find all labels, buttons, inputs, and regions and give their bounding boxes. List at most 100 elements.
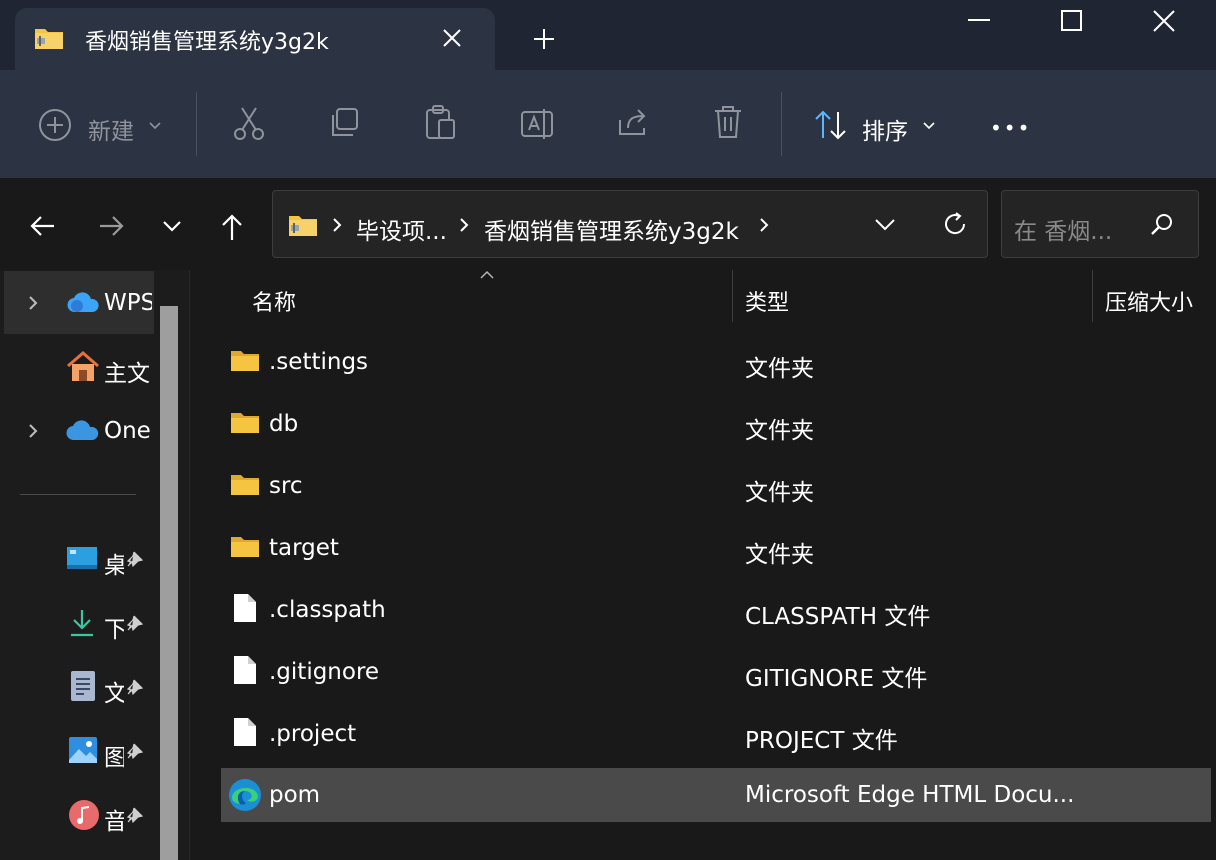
new-label: 新建 <box>88 119 134 145</box>
close-tab-icon[interactable] <box>441 27 463 49</box>
zip-folder-icon <box>288 211 318 237</box>
sidebar-item-label[interactable]: 文 <box>104 674 124 708</box>
chevron-down-icon <box>148 118 162 132</box>
breadcrumb-item[interactable]: 香烟销售管理系统y3g2k <box>484 212 739 246</box>
copy-icon[interactable] <box>328 106 362 140</box>
edge-icon <box>228 778 262 812</box>
folder-icon <box>230 534 260 558</box>
file-icon <box>233 717 257 747</box>
cut-icon[interactable] <box>232 106 266 142</box>
command-bar <box>0 70 1216 178</box>
file-row[interactable]: .settings 文件夹 <box>221 335 1211 389</box>
paste-icon[interactable] <box>424 104 458 142</box>
column-divider[interactable] <box>1092 270 1093 322</box>
file-row[interactable]: .classpath CLASSPATH 文件 <box>221 583 1211 637</box>
sidebar-divider <box>20 494 136 495</box>
sort-ascending-indicator-icon <box>479 270 495 280</box>
file-name: .gitignore <box>269 659 380 685</box>
file-name: .project <box>269 721 357 747</box>
file-type: 文件夹 <box>745 356 814 382</box>
file-name: target <box>269 535 339 561</box>
recent-locations-chevron-icon[interactable] <box>162 218 182 234</box>
column-divider[interactable] <box>732 270 733 322</box>
breadcrumb-separator-icon[interactable] <box>458 216 470 234</box>
breadcrumb-item[interactable]: 毕设项... <box>356 212 447 246</box>
pin-icon[interactable] <box>122 806 144 826</box>
maximize-icon[interactable] <box>1060 9 1084 33</box>
pin-icon[interactable] <box>122 614 144 634</box>
download-icon[interactable] <box>68 608 96 638</box>
chevron-down-icon <box>922 118 936 132</box>
forward-arrow-icon[interactable] <box>98 212 126 240</box>
sidebar-item-label[interactable]: 图 <box>104 738 124 772</box>
pictures-icon[interactable] <box>68 736 98 764</box>
pin-icon[interactable] <box>122 742 144 762</box>
close-window-icon[interactable] <box>1152 9 1176 33</box>
breadcrumb-separator-icon[interactable] <box>758 216 770 234</box>
sort-label: 排序 <box>862 119 908 145</box>
new-tab-icon[interactable] <box>532 27 556 51</box>
file-icon <box>233 593 257 623</box>
sidebar-item-label[interactable]: 音 <box>104 802 124 836</box>
back-arrow-icon[interactable] <box>28 212 56 240</box>
file-row[interactable]: db 文件夹 <box>221 397 1211 451</box>
file-row[interactable]: target 文件夹 <box>221 521 1211 575</box>
file-type: GITIGNORE 文件 <box>745 666 928 692</box>
column-header-name[interactable]: 名称 <box>252 285 296 317</box>
file-row[interactable]: .project PROJECT 文件 <box>221 707 1211 761</box>
file-type: Microsoft Edge HTML Docu... <box>745 782 1075 808</box>
file-name: pom <box>269 782 321 808</box>
delete-icon[interactable] <box>712 104 744 140</box>
refresh-icon[interactable] <box>942 211 968 237</box>
pin-icon[interactable] <box>122 550 144 570</box>
sidebar-item-label[interactable]: One <box>104 418 152 444</box>
documents-icon[interactable] <box>70 670 96 702</box>
folder-icon <box>230 348 260 372</box>
home-icon[interactable] <box>66 351 100 383</box>
sidebar-item-label: WPS <box>104 290 152 316</box>
file-row-selected[interactable]: pom Microsoft Edge HTML Docu... <box>221 768 1211 822</box>
toolbar-divider <box>196 92 197 156</box>
file-icon <box>233 655 257 685</box>
expand-chevron-icon[interactable] <box>26 294 40 312</box>
folder-icon <box>230 410 260 434</box>
sort-arrows-icon <box>814 110 848 140</box>
file-name: src <box>269 473 303 499</box>
rename-icon[interactable] <box>520 106 556 142</box>
pin-icon[interactable] <box>122 678 144 698</box>
sidebar-item-label[interactable]: 下 <box>104 610 124 644</box>
file-type: CLASSPATH 文件 <box>745 604 931 630</box>
music-icon[interactable] <box>68 799 100 831</box>
file-name: .classpath <box>269 597 386 623</box>
expand-chevron-icon[interactable] <box>26 422 40 440</box>
more-options-button[interactable]: ••• <box>990 116 1031 140</box>
file-type: 文件夹 <box>745 418 814 444</box>
pane-divider[interactable] <box>189 270 190 860</box>
sidebar-item-label[interactable]: 桌 <box>104 546 124 580</box>
minimize-icon[interactable] <box>966 18 992 22</box>
file-row[interactable]: .gitignore GITIGNORE 文件 <box>221 645 1211 699</box>
address-history-chevron-icon[interactable] <box>874 216 896 232</box>
zip-folder-icon <box>34 24 64 50</box>
sidebar-item-label[interactable]: 主文 <box>104 354 152 388</box>
file-row[interactable]: src 文件夹 <box>221 459 1211 513</box>
column-header-size[interactable]: 压缩大小 <box>1105 285 1193 317</box>
file-type: 文件夹 <box>745 542 814 568</box>
sidebar-scrollbar[interactable] <box>160 306 178 860</box>
tab-title: 香烟销售管理系统y3g2k <box>85 30 329 55</box>
plus-circle-icon <box>38 108 72 142</box>
file-name: .settings <box>269 349 369 375</box>
wps-cloud-icon <box>66 290 100 316</box>
up-arrow-icon[interactable] <box>218 212 246 242</box>
search-icon[interactable] <box>1149 212 1175 238</box>
file-name: db <box>269 411 299 437</box>
column-header-type[interactable]: 类型 <box>745 285 789 317</box>
share-icon[interactable] <box>616 106 650 140</box>
file-type: PROJECT 文件 <box>745 728 898 754</box>
search-placeholder: 在 香烟... <box>1014 219 1113 245</box>
folder-icon <box>230 472 260 496</box>
desktop-icon[interactable] <box>66 545 98 573</box>
file-type: 文件夹 <box>745 480 814 506</box>
breadcrumb-separator-icon[interactable] <box>331 216 343 234</box>
onedrive-icon[interactable] <box>66 420 100 442</box>
